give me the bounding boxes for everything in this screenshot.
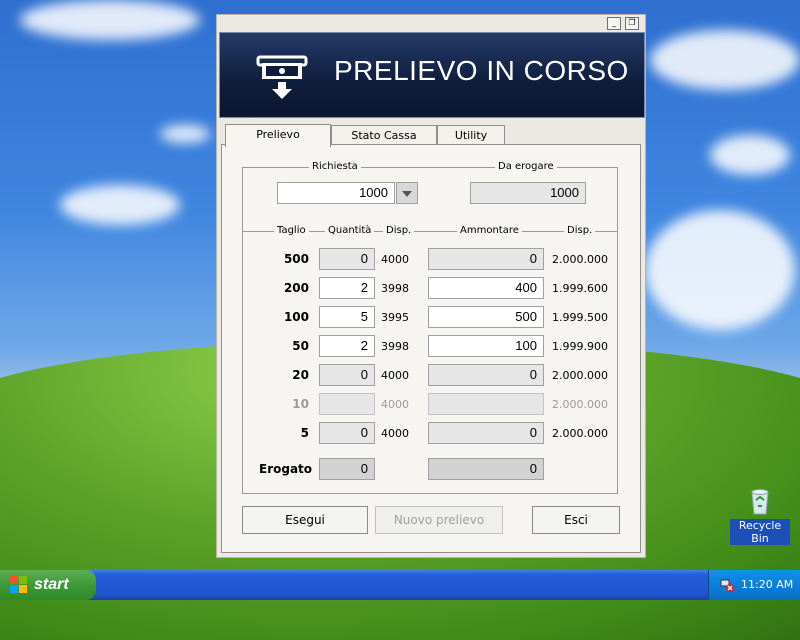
tab-utility[interactable]: Utility bbox=[437, 125, 505, 146]
minimize-button[interactable]: _ bbox=[607, 17, 621, 30]
quantita-field[interactable]: 0 bbox=[319, 364, 375, 386]
taglio-label: 50 bbox=[292, 339, 309, 353]
disp-amount: 1.999.900 bbox=[552, 340, 608, 353]
taskbar: start 11:20 AM bbox=[0, 570, 800, 600]
disp-amount: 2.000.000 bbox=[552, 253, 608, 266]
ammontare-field: 400 bbox=[428, 277, 544, 299]
network-alert-icon[interactable] bbox=[719, 577, 735, 593]
header-ammontare: Ammontare bbox=[457, 225, 522, 236]
withdrawal-group: Richiesta Da erogare 1000 1000 Taglio Qu… bbox=[242, 161, 618, 494]
disp-amount: 2.000.000 bbox=[552, 369, 608, 382]
erogato-ammontare-field: 0 bbox=[428, 458, 544, 480]
disp-count: 4000 bbox=[381, 369, 409, 382]
header-taglio: Taglio bbox=[274, 225, 309, 236]
disp-count: 3998 bbox=[381, 340, 409, 353]
clock[interactable]: 11:20 AM bbox=[741, 578, 793, 591]
disp-count: 4000 bbox=[381, 253, 409, 266]
taglio-label: 500 bbox=[283, 252, 309, 266]
erogato-label: Erogato bbox=[259, 462, 313, 476]
disp-amount: 2.000.000 bbox=[552, 398, 608, 411]
quantita-field[interactable]: 0 bbox=[319, 422, 375, 444]
atm-window: _ ❐ PRELIEVO IN CORSO Prelievo Stato Cas… bbox=[216, 14, 646, 558]
disp-count: 4000 bbox=[381, 427, 409, 440]
header-disp: Disp. bbox=[383, 225, 415, 236]
disp-amount: 1.999.500 bbox=[552, 311, 608, 324]
ammontare-field: 0 bbox=[428, 364, 544, 386]
quantita-field[interactable]: 0 bbox=[319, 248, 375, 270]
tab-panel-prelievo: Richiesta Da erogare 1000 1000 Taglio Qu… bbox=[221, 144, 641, 553]
richiesta-input[interactable]: 1000 bbox=[277, 182, 395, 204]
start-label: start bbox=[34, 576, 69, 593]
header-quantita: Quantità bbox=[325, 225, 375, 236]
richiesta-dropdown-button[interactable] bbox=[396, 182, 418, 204]
tab-prelievo[interactable]: Prelievo bbox=[225, 124, 331, 147]
taglio-label: 10 bbox=[292, 397, 309, 411]
disp-amount: 2.000.000 bbox=[552, 427, 608, 440]
esci-button[interactable]: Esci bbox=[532, 506, 620, 534]
title-bar: _ ❐ bbox=[217, 15, 645, 31]
header-disp-amount: Disp. bbox=[564, 225, 596, 236]
tab-stato-cassa[interactable]: Stato Cassa bbox=[331, 125, 437, 146]
recycle-bin-icon bbox=[751, 489, 769, 515]
header-banner: PRELIEVO IN CORSO bbox=[219, 32, 645, 118]
restore-button[interactable]: ❐ bbox=[625, 17, 639, 30]
nuovo-prelievo-button: Nuovo prelievo bbox=[375, 506, 503, 534]
ammontare-field bbox=[428, 393, 544, 415]
ammontare-field: 100 bbox=[428, 335, 544, 357]
quantita-field bbox=[319, 393, 375, 415]
disp-count: 4000 bbox=[381, 398, 409, 411]
ammontare-field: 500 bbox=[428, 306, 544, 328]
recycle-bin-shortcut[interactable]: Recycle Bin bbox=[730, 486, 790, 545]
quantita-field[interactable]: 2 bbox=[319, 335, 375, 357]
disp-count: 3995 bbox=[381, 311, 409, 324]
system-tray: 11:20 AM bbox=[708, 570, 800, 600]
taglio-label: 200 bbox=[283, 281, 309, 295]
taglio-label: 20 bbox=[292, 368, 309, 382]
banner-title: PRELIEVO IN CORSO bbox=[334, 55, 629, 86]
ammontare-field: 0 bbox=[428, 248, 544, 270]
quantita-field[interactable]: 2 bbox=[319, 277, 375, 299]
da-erogare-label: Da erogare bbox=[495, 161, 557, 172]
richiesta-label: Richiesta bbox=[309, 161, 361, 172]
cash-withdrawal-icon bbox=[256, 55, 308, 99]
disp-amount: 1.999.600 bbox=[552, 282, 608, 295]
esegui-button[interactable]: Esegui bbox=[242, 506, 368, 534]
da-erogare-field: 1000 bbox=[470, 182, 586, 204]
taglio-label: 5 bbox=[300, 426, 309, 440]
start-button[interactable]: start bbox=[0, 570, 96, 600]
quantita-field[interactable]: 5 bbox=[319, 306, 375, 328]
erogato-quantita-field: 0 bbox=[319, 458, 375, 480]
windows-logo-icon bbox=[10, 576, 27, 593]
ammontare-field: 0 bbox=[428, 422, 544, 444]
taglio-label: 100 bbox=[283, 310, 309, 324]
recycle-bin-label: Recycle Bin bbox=[730, 519, 790, 545]
disp-count: 3998 bbox=[381, 282, 409, 295]
